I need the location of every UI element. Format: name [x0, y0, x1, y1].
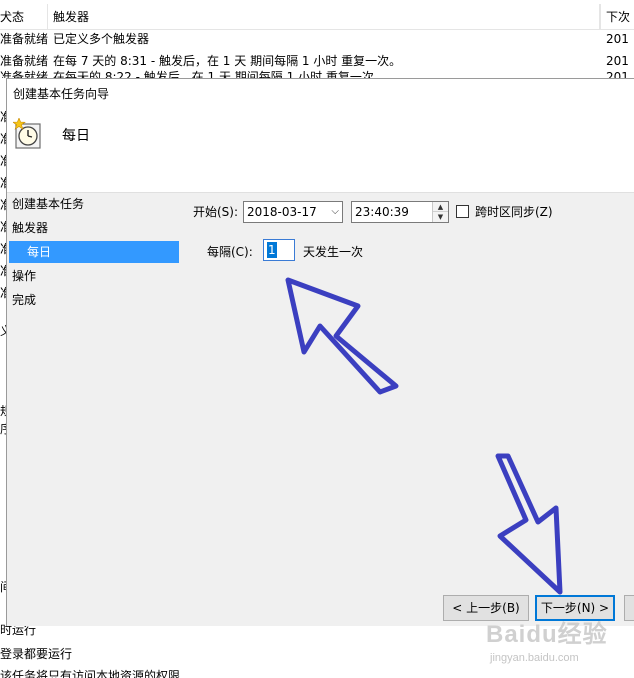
step-trigger[interactable]: 触发器: [12, 217, 182, 239]
step-create-basic-task[interactable]: 创建基本任务: [12, 193, 182, 215]
time-spinner[interactable]: ▲ ▼: [432, 202, 448, 222]
recur-suffix: 天发生一次: [303, 245, 364, 259]
table-row[interactable]: 准备就绪 已定义多个触发器 201: [0, 28, 634, 50]
start-date-value: 2018-03-17: [247, 205, 317, 219]
recur-label: 每隔(C):: [207, 245, 253, 259]
task-list-header: 犬态 触发器 下次: [0, 4, 634, 30]
row-trigger: 已定义多个触发器: [53, 32, 150, 46]
start-label: 开始(S):: [193, 205, 239, 219]
step-action[interactable]: 操作: [12, 265, 182, 287]
baidu-watermark: Baidu经验 jingyan.baidu.com: [486, 614, 626, 670]
recur-days-input[interactable]: 1: [263, 239, 295, 261]
wizard-steps: 创建基本任务 触发器 每日 操作 完成: [7, 193, 189, 493]
spin-down-icon[interactable]: ▼: [433, 212, 448, 222]
recur-days-value: 1: [267, 242, 277, 258]
row-status: 准备就绪: [0, 70, 48, 78]
wizard-page-title: 每日: [62, 128, 90, 144]
table-row[interactable]: 准备就绪 在每天的 8:22 - 触发后，在 1 天 期间每隔 1 小时 重复一…: [0, 68, 634, 78]
step-daily[interactable]: 每日: [9, 241, 179, 263]
sync-timezone-label[interactable]: 跨时区同步(Z): [475, 201, 553, 223]
spin-up-icon[interactable]: ▲: [433, 202, 448, 212]
row-trigger: 在每天的 8:22 - 触发后，在 1 天 期间每隔 1 小时 重复一次。: [53, 70, 386, 78]
watermark-url: jingyan.baidu.com: [490, 652, 579, 664]
column-next-run[interactable]: 下次: [600, 4, 634, 30]
sync-timezone-checkbox[interactable]: [456, 205, 469, 218]
create-basic-task-wizard: 创建基本任务向导 每日 创建基本任务 触发器 每日 操作 完成 开始(S): 2…: [6, 78, 634, 626]
start-date-picker[interactable]: 2018-03-17 ⌵: [243, 201, 343, 223]
chevron-down-icon[interactable]: ⌵: [331, 202, 339, 222]
row-next-run: 201: [606, 32, 629, 46]
watermark-text: Baidu经验: [486, 621, 608, 648]
start-time-value: 23:40:39: [355, 205, 409, 219]
wizard-banner: 每日: [7, 109, 634, 193]
row-status: 准备就绪: [0, 32, 48, 46]
step-finish[interactable]: 完成: [12, 289, 182, 311]
row-next-run: 201: [606, 70, 629, 78]
dialog-title[interactable]: 创建基本任务向导: [7, 79, 634, 109]
column-trigger[interactable]: 触发器: [48, 4, 600, 30]
start-time-input[interactable]: 23:40:39 ▲ ▼: [351, 201, 449, 223]
task-clock-icon: [13, 118, 41, 149]
column-status[interactable]: 犬态: [0, 4, 48, 30]
